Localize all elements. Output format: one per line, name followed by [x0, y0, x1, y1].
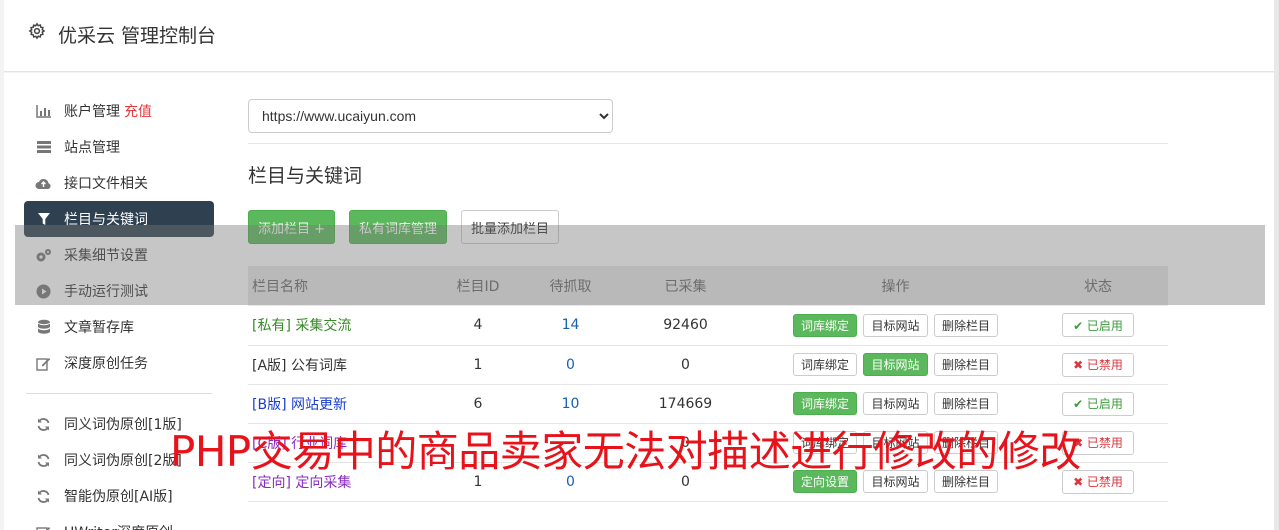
sidebar-item-label: 账户管理 [64, 104, 120, 120]
scrollbar[interactable] [1274, 0, 1279, 530]
row-name: [私有] 采集交流 [248, 306, 423, 346]
sidebar-item-collect-settings[interactable]: 采集细节设置 [24, 237, 214, 273]
row-tag: [A版] [252, 357, 287, 374]
col-header-status: 状态 [1028, 266, 1168, 306]
row-tag: [私有] [252, 318, 291, 335]
refresh-icon [35, 488, 52, 504]
cloud-upload-icon [35, 175, 52, 191]
sidebar-item-label: 采集细节设置 [64, 248, 148, 264]
refresh-icon [35, 452, 52, 468]
sidebar-item-uwriter[interactable]: UWriter深度原创 [24, 514, 214, 530]
sidebar-item-label: 站点管理 [64, 140, 120, 156]
watermark-text: PHP交易中的商品卖家无法对描述进行修改的修改 [170, 427, 1081, 476]
sidebar-item-label: UWriter深度原创 [64, 522, 173, 530]
status-badge[interactable]: ✔ 已启用 [1062, 391, 1134, 416]
refresh-icon [35, 416, 52, 432]
server-icon [35, 139, 52, 155]
status-badge[interactable]: ✖ 已禁用 [1062, 352, 1134, 377]
sidebar-item-deep-original[interactable]: 深度原创任务 [24, 345, 214, 381]
bind-lib-button[interactable]: 词库绑定 [793, 392, 858, 415]
row-id: 1 [423, 345, 533, 385]
sidebar-item-columns-keywords[interactable]: 栏目与关键词 [24, 201, 214, 237]
col-header-pending: 待抓取 [533, 266, 608, 306]
row-collected: 0 [608, 345, 763, 385]
sidebar-item-label: 手动运行测试 [64, 284, 148, 300]
sidebar-item-manual-test[interactable]: 手动运行测试 [24, 273, 214, 309]
table-header-row: 栏目名称 栏目ID 待抓取 已采集 操作 状态 [248, 266, 1168, 306]
row-actions: 词库绑定 目标网站 删除栏目 [763, 306, 1028, 346]
sidebar-item-label: 智能伪原创[AI版] [64, 489, 173, 505]
sidebar-item-sites[interactable]: 站点管理 [24, 129, 214, 165]
delete-column-button[interactable]: 删除栏目 [933, 313, 998, 337]
app-header: 优采云 管理控制台 [4, 0, 1274, 72]
target-site-button[interactable]: 目标网站 [863, 392, 928, 415]
private-lib-button[interactable]: 私有词库管理 [349, 210, 448, 244]
sidebar-item-ai-rewrite[interactable]: 智能伪原创[AI版] [24, 478, 214, 514]
sidebar-item-account[interactable]: 账户管理 充值 [24, 93, 214, 129]
sidebar-item-label: 同义词伪原创[1版] [64, 417, 182, 433]
play-circle-icon [35, 283, 52, 299]
sidebar-item-api-files[interactable]: 接口文件相关 [24, 165, 214, 201]
row-id: 4 [423, 306, 533, 346]
divider [248, 143, 1168, 144]
table-row: [A版] 公有词库 1 0 0 词库绑定 目标网站 删除栏目 ✖ 已禁用 [248, 345, 1168, 385]
edit-icon [35, 524, 52, 530]
col-header-actions: 操作 [763, 266, 1028, 306]
filter-icon [35, 211, 52, 227]
row-title[interactable]: 公有词库 [291, 358, 347, 374]
sidebar-item-article-store[interactable]: 文章暂存库 [24, 309, 214, 345]
row-status: ✔ 已启用 [1028, 306, 1168, 346]
sidebar-item-label: 文章暂存库 [64, 320, 134, 336]
col-header-id: 栏目ID [423, 266, 533, 306]
row-collected: 92460 [608, 306, 763, 346]
database-icon [35, 319, 52, 335]
sidebar-item-label: 深度原创任务 [64, 356, 148, 372]
cogs-icon [35, 247, 52, 263]
toolbar: 添加栏目 + 私有词库管理 批量添加栏目 [248, 210, 1168, 244]
table-row: [私有] 采集交流 4 14 92460 词库绑定 目标网站 删除栏目 ✔ 已启… [248, 306, 1168, 346]
col-header-collected: 已采集 [608, 266, 763, 306]
section-title: 栏目与关键词 [248, 165, 363, 187]
target-site-button[interactable]: 目标网站 [863, 313, 928, 337]
sidebar-divider [26, 393, 212, 394]
bind-lib-button[interactable]: 词库绑定 [793, 313, 858, 337]
sidebar-item-label: 栏目与关键词 [64, 212, 148, 228]
bar-chart-icon [35, 103, 52, 119]
col-header-name: 栏目名称 [248, 266, 423, 306]
row-actions: 词库绑定 目标网站 删除栏目 [763, 345, 1028, 385]
target-site-button[interactable]: 目标网站 [863, 353, 928, 376]
sidebar-item-label: 同义词伪原创[2版] [64, 453, 182, 469]
batch-add-button[interactable]: 批量添加栏目 [461, 210, 560, 244]
site-select[interactable]: https://www.ucaiyun.com [248, 99, 613, 133]
edit-icon [35, 355, 52, 371]
recharge-link[interactable]: 充值 [124, 101, 152, 121]
delete-column-button[interactable]: 删除栏目 [933, 392, 998, 415]
row-name: [A版] 公有词库 [248, 345, 423, 385]
row-title[interactable]: 采集交流 [295, 318, 351, 334]
add-column-button[interactable]: 添加栏目 + [248, 210, 336, 244]
row-pending: 14 [533, 306, 608, 346]
delete-column-button[interactable]: 删除栏目 [933, 353, 998, 376]
row-title[interactable]: 网站更新 [291, 397, 347, 413]
row-status: ✖ 已禁用 [1028, 345, 1168, 385]
sidebar-item-label: 接口文件相关 [64, 176, 148, 192]
row-pending: 0 [533, 345, 608, 385]
row-tag: [B版] [252, 396, 287, 413]
app-title: 优采云 管理控制台 [58, 25, 217, 47]
bind-lib-button[interactable]: 词库绑定 [793, 353, 858, 376]
status-badge[interactable]: ✔ 已启用 [1062, 313, 1134, 338]
gear-icon [28, 22, 46, 40]
